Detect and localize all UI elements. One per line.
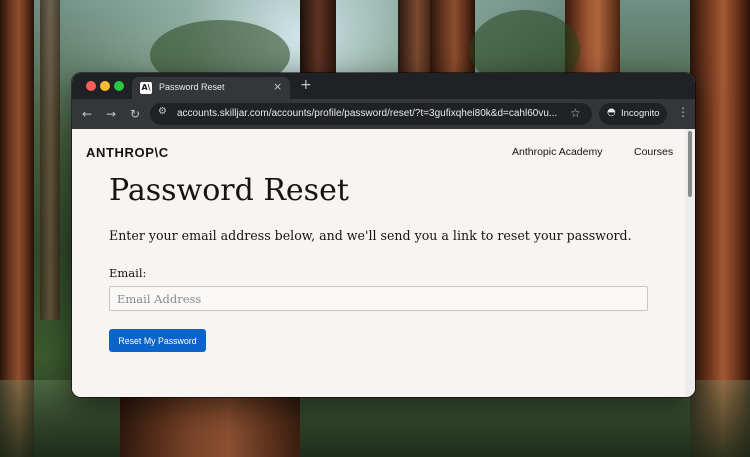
close-window-button[interactable]: [86, 81, 96, 91]
email-input[interactable]: [109, 286, 648, 311]
browser-toolbar: ← → ↻ ⚙ accounts.skilljar.com/accounts/p…: [72, 99, 695, 129]
browser-window: A\ Password Reset × + ← → ↻ ⚙ accounts.s…: [72, 73, 695, 397]
reset-password-button[interactable]: Reset My Password: [109, 329, 206, 352]
page-content: ANTHROP\C Anthropic Academy Courses Pass…: [72, 129, 695, 397]
forward-icon[interactable]: →: [106, 106, 116, 122]
nav-link-courses[interactable]: Courses: [634, 146, 673, 158]
bookmark-star-icon[interactable]: ☆: [570, 106, 581, 120]
minimize-window-button[interactable]: [100, 81, 110, 91]
tab-strip: A\ Password Reset × +: [72, 73, 695, 99]
tab-password-reset[interactable]: A\ Password Reset ×: [132, 77, 290, 99]
page-title: Password Reset: [109, 173, 349, 208]
incognito-indicator[interactable]: ◓ Incognito: [599, 103, 667, 125]
close-tab-icon[interactable]: ×: [273, 80, 282, 94]
address-bar[interactable]: ⚙ accounts.skilljar.com/accounts/profile…: [150, 103, 592, 125]
incognito-label: Incognito: [621, 108, 660, 119]
back-icon[interactable]: ←: [82, 106, 92, 122]
anthropic-logo[interactable]: ANTHROP\C: [86, 145, 169, 160]
instruction-text: Enter your email address below, and we'l…: [109, 228, 632, 243]
reload-icon[interactable]: ↻: [130, 106, 140, 122]
scrollbar-thumb[interactable]: [688, 131, 692, 197]
tree-trunk: [40, 0, 60, 320]
anthropic-favicon-icon: A\: [140, 82, 152, 94]
tab-title: Password Reset: [159, 82, 225, 92]
nav-link-anthropic-academy[interactable]: Anthropic Academy: [512, 146, 602, 158]
maximize-window-button[interactable]: [114, 81, 124, 91]
url-text[interactable]: accounts.skilljar.com/accounts/profile/p…: [177, 108, 562, 119]
scrollbar[interactable]: [685, 129, 695, 397]
new-tab-icon[interactable]: +: [300, 77, 312, 93]
more-vert-icon[interactable]: ⋮: [677, 105, 689, 119]
incognito-icon: ◓: [607, 107, 616, 118]
email-label: Email:: [109, 266, 147, 280]
site-info-icon[interactable]: ⚙: [158, 106, 167, 117]
